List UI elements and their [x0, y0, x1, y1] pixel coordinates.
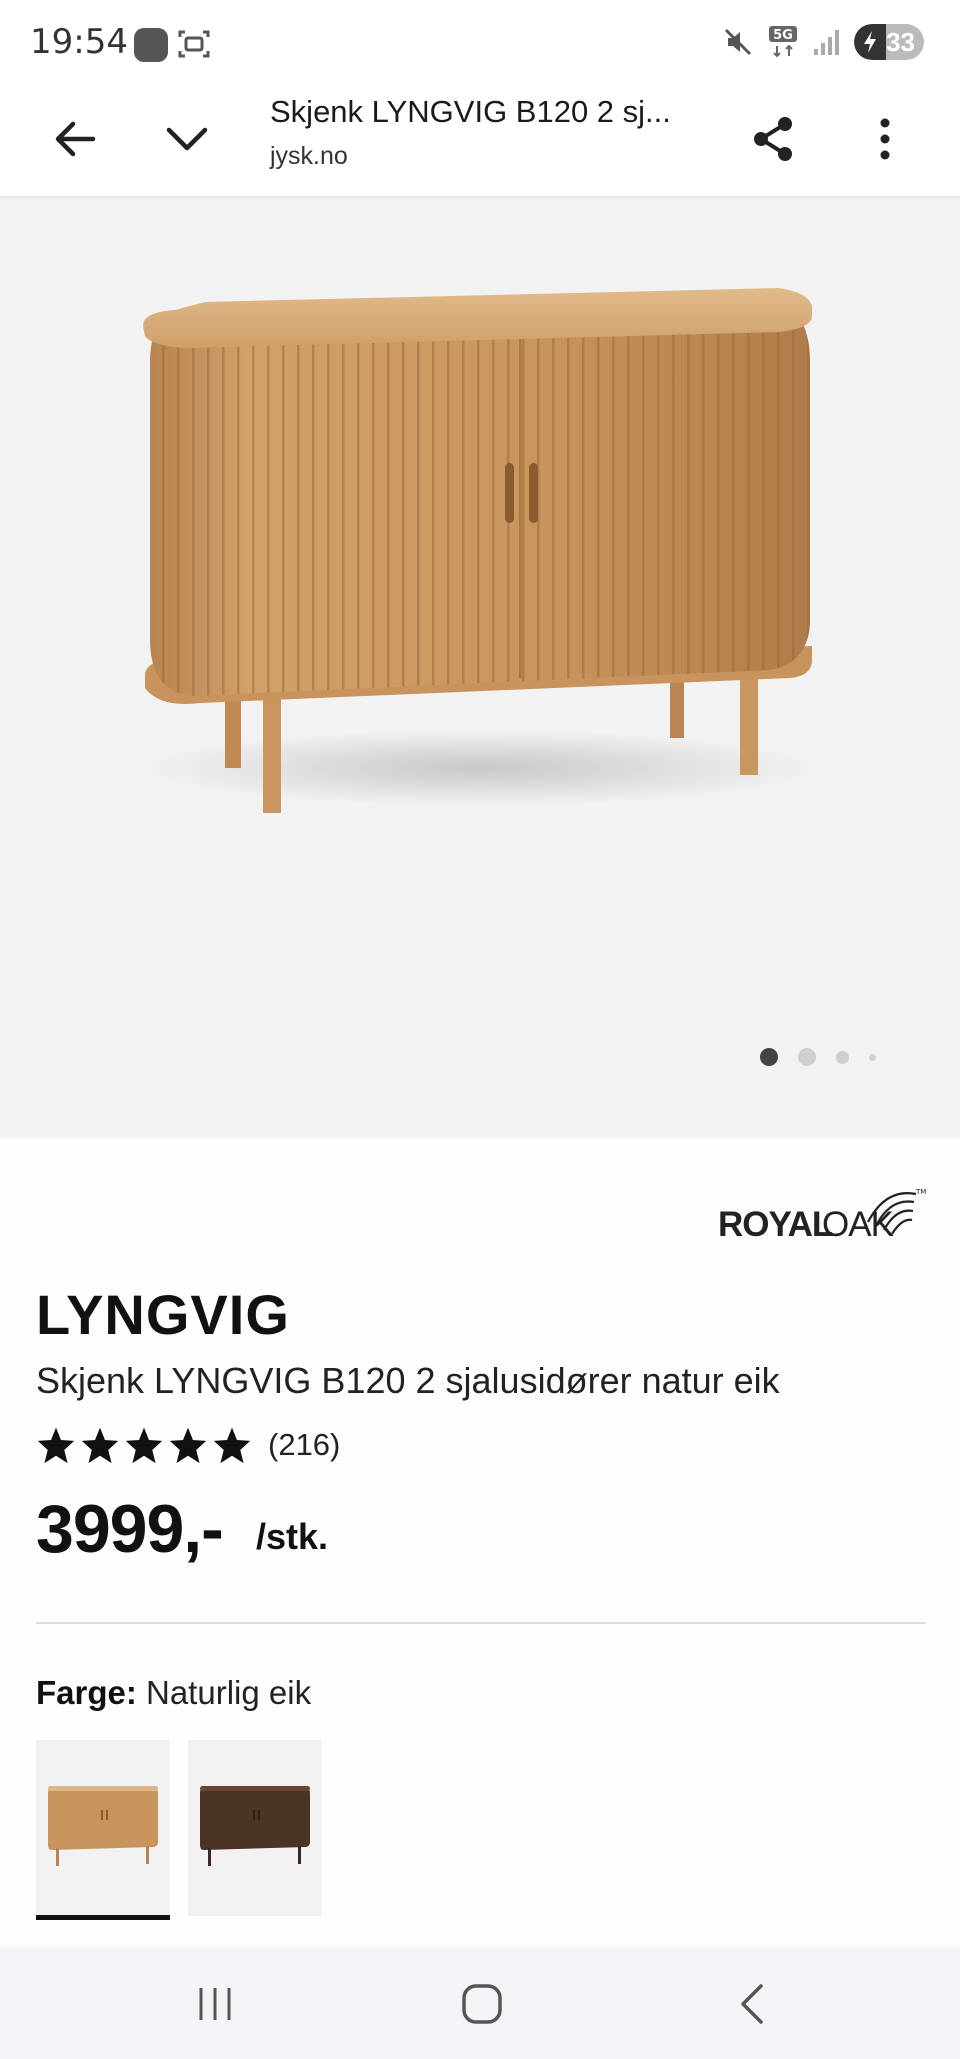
recent-apps-button[interactable] [175, 1974, 255, 2034]
network-label: 5G [773, 28, 793, 43]
home-icon [462, 1984, 502, 2024]
product-name: LYNGVIG [36, 1283, 290, 1346]
divider [36, 1622, 926, 1624]
product-price: 3999,- [36, 1491, 224, 1567]
color-swatch-dark-oak[interactable] [188, 1740, 322, 1916]
royal-oak-logo[interactable]: ROYAL OAK TM [716, 1176, 926, 1246]
notification-icon [134, 28, 168, 62]
browser-header: Skjenk LYNGVIG B120 2 sj... jysk.no [0, 80, 960, 198]
mute-icon [724, 28, 752, 56]
color-value: Naturlig eik [146, 1674, 312, 1711]
product-image [140, 288, 820, 813]
arrow-left-icon [55, 121, 96, 157]
product-image-carousel[interactable] [0, 198, 960, 1138]
price-unit: /stk. [256, 1516, 329, 1557]
svg-text:OAK: OAK [822, 1205, 894, 1244]
carousel-indicator[interactable] [760, 1048, 876, 1066]
status-time: 19:54 [30, 22, 128, 62]
page-domain[interactable]: jysk.no [270, 142, 348, 171]
charging-icon [854, 24, 886, 60]
color-swatch-natural-oak[interactable] [36, 1740, 170, 1920]
signal-icon [814, 30, 839, 55]
more-options-button[interactable] [850, 104, 920, 174]
rating-stars [36, 1426, 252, 1464]
back-chevron-icon [741, 1984, 763, 2024]
network-5g-icon: 5G [769, 26, 797, 58]
product-description: Skjenk LYNGVIG B120 2 sjalusidører natur… [36, 1360, 780, 1401]
system-back-button[interactable] [712, 1974, 792, 2034]
carousel-dot[interactable] [869, 1053, 876, 1061]
battery-level: 33 [886, 26, 915, 57]
star-icon [213, 1427, 251, 1464]
status-bar: 19:54 5G 33 [0, 0, 960, 80]
recent-apps-icon [199, 1988, 231, 2020]
swatch-image [200, 1786, 310, 1866]
share-button[interactable] [738, 104, 808, 174]
star-icon [81, 1427, 119, 1464]
star-icon [37, 1427, 75, 1464]
star-icon [169, 1427, 207, 1464]
carousel-dot[interactable] [798, 1048, 816, 1066]
minimize-button[interactable] [152, 104, 222, 174]
svg-text:TM: TM [915, 1188, 926, 1196]
color-label: Farge: [36, 1674, 137, 1711]
back-button[interactable] [40, 104, 110, 174]
swatch-image [48, 1786, 158, 1866]
system-nav-bar [0, 1948, 960, 2059]
battery-indicator: 33 [854, 24, 924, 60]
chevron-down-icon [166, 127, 208, 151]
share-icon [754, 117, 792, 161]
carousel-dot[interactable] [836, 1050, 849, 1064]
home-button[interactable] [442, 1974, 522, 2034]
svg-text:ROYAL: ROYAL [718, 1205, 833, 1244]
rating-count[interactable]: (216) [268, 1427, 340, 1463]
carousel-dot-active[interactable] [760, 1048, 778, 1066]
star-icon [125, 1427, 163, 1464]
screenshot-icon [178, 30, 210, 58]
more-vertical-icon [880, 118, 890, 160]
product-rating[interactable]: (216) [36, 1420, 340, 1470]
page-title[interactable]: Skjenk LYNGVIG B120 2 sj... [270, 94, 671, 130]
